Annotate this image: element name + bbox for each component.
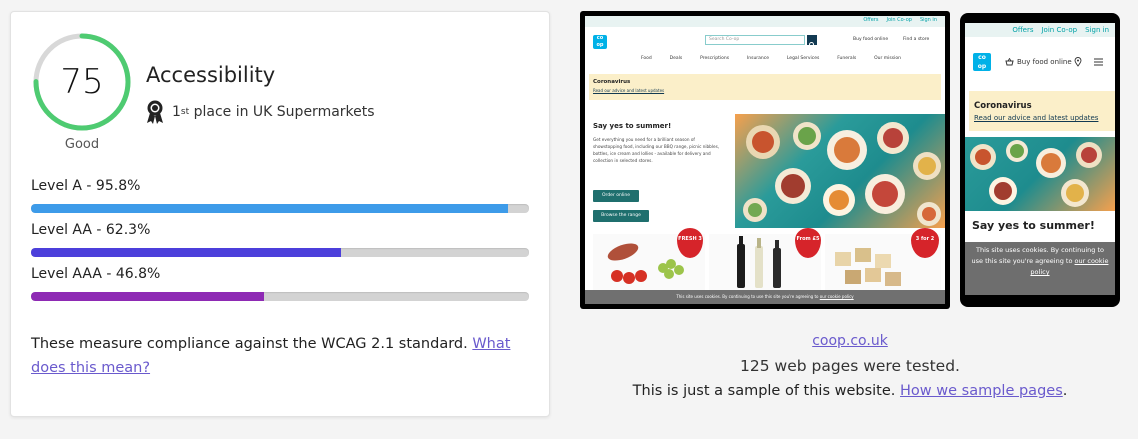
award-ribbon-icon <box>147 100 163 124</box>
ranking: 1st place in UK Supermarkets <box>146 100 375 124</box>
mobile-buy-food-label: Buy food online <box>1017 58 1072 66</box>
location-pin-icon[interactable] <box>1074 57 1082 67</box>
desktop-offers-link[interactable]: Offers <box>863 17 878 23</box>
desktop-find-store[interactable]: Find a store <box>903 37 929 42</box>
desktop-signin-link[interactable]: Sign in <box>920 17 937 23</box>
desktop-banner-link[interactable]: Read our advice and latest updates <box>593 88 664 93</box>
mobile-signin-link[interactable]: Sign in <box>1085 26 1109 34</box>
basket-icon <box>1005 58 1014 66</box>
level-aa-bar <box>31 248 529 257</box>
mobile-join-link[interactable]: Join Co-op <box>1041 26 1077 34</box>
mobile-top-links: Offers Join Co-op Sign in <box>1012 26 1109 34</box>
mobile-offers-link[interactable]: Offers <box>1012 26 1033 34</box>
desktop-cookie-link[interactable]: our cookie policy <box>820 294 854 299</box>
accessibility-card: 75 Good Accessibility 1st place in UK Su… <box>10 11 550 417</box>
sample-note: This is just a sample of this website. H… <box>580 383 1120 399</box>
mobile-coop-logo: co op <box>973 53 991 71</box>
desktop-covid-banner <box>589 74 941 100</box>
pages-tested-text: 125 web pages were tested. <box>740 357 960 375</box>
mobile-buy-food[interactable]: Buy food online <box>1005 58 1072 66</box>
desktop-browse-range-button[interactable]: Browse the range <box>593 210 649 222</box>
level-aa-label: Level AA - 62.3% <box>31 222 151 238</box>
sample-note-text: This is just a sample of this website. <box>632 383 901 399</box>
desktop-nav-legal[interactable]: Legal Services <box>787 56 819 61</box>
score-grade: Good <box>64 137 100 152</box>
mobile-hero-image <box>965 137 1115 211</box>
desktop-order-online-button[interactable]: Order online <box>593 190 639 202</box>
score-value: 75 <box>60 62 104 102</box>
level-aaa-fill <box>31 292 265 301</box>
mobile-preview-frame: Offers Join Co-op Sign in co op Buy food… <box>960 13 1120 307</box>
desktop-search-icon[interactable] <box>807 35 817 49</box>
level-a-fill <box>31 204 509 213</box>
menu-icon[interactable] <box>1094 58 1103 66</box>
desktop-nav-prescriptions[interactable]: Prescriptions <box>700 56 729 61</box>
mobile-cookie-bar: This site uses cookies. By continuing to… <box>965 242 1115 295</box>
wcag-note-text: These measure compliance against the WCA… <box>31 336 473 352</box>
desktop-hero-image <box>735 114 945 228</box>
desktop-coop-logo: co op <box>593 35 607 49</box>
rank-number: 1 <box>172 104 181 120</box>
mobile-hero-title: Say yes to summer! <box>972 219 1095 232</box>
desktop-search-input[interactable]: Search Co-op <box>705 35 805 45</box>
level-a-label: Level A - 95.8% <box>31 178 141 194</box>
mobile-covid-banner <box>969 91 1115 131</box>
desktop-main-nav: Food Deals Prescriptions Insurance Legal… <box>641 56 901 61</box>
level-a-bar <box>31 204 529 213</box>
sample-note-end: . <box>1062 383 1068 399</box>
desktop-cookie-text: This site uses cookies. By continuing to… <box>676 294 819 299</box>
desktop-nav-mission[interactable]: Our mission <box>874 56 901 61</box>
desktop-top-links: Offers Join Co-op Sign in <box>863 17 937 23</box>
desktop-join-link[interactable]: Join Co-op <box>886 17 911 23</box>
desktop-hero-text: Get everything you need for a brilliant … <box>593 137 720 163</box>
desktop-nav-insurance[interactable]: Insurance <box>747 56 769 61</box>
desktop-cookie-bar: This site uses cookies. By continuing to… <box>585 290 945 304</box>
desktop-nav-deals[interactable]: Deals <box>670 56 683 61</box>
desktop-banner-title: Coronavirus <box>593 79 631 85</box>
category-title: Accessibility <box>146 63 276 87</box>
rank-text: place in UK Supermarkets <box>189 104 375 120</box>
desktop-nav-food[interactable]: Food <box>641 56 652 61</box>
desktop-preview-frame: Offers Join Co-op Sign in co op Search C… <box>580 11 950 309</box>
site-url-link[interactable]: coop.co.uk <box>580 333 1120 349</box>
how-we-sample-link[interactable]: How we sample pages <box>900 383 1063 399</box>
desktop-nav-funerals[interactable]: Funerals <box>837 56 856 61</box>
mobile-banner-link[interactable]: Read our advice and latest updates <box>974 114 1098 122</box>
desktop-buy-food[interactable]: Buy food online <box>853 37 888 42</box>
level-aaa-bar <box>31 292 529 301</box>
level-aaa-label: Level AAA - 46.8% <box>31 266 161 282</box>
wcag-note: These measure compliance against the WCA… <box>31 332 531 380</box>
level-aa-fill <box>31 248 342 257</box>
desktop-hero-title: Say yes to summer! <box>593 122 672 130</box>
rank-suffix: st <box>180 107 190 117</box>
desktop-preview-screen: Offers Join Co-op Sign in co op Search C… <box>585 16 945 304</box>
mobile-preview-screen: Offers Join Co-op Sign in co op Buy food… <box>965 23 1115 295</box>
mobile-banner-title: Coronavirus <box>974 101 1032 111</box>
